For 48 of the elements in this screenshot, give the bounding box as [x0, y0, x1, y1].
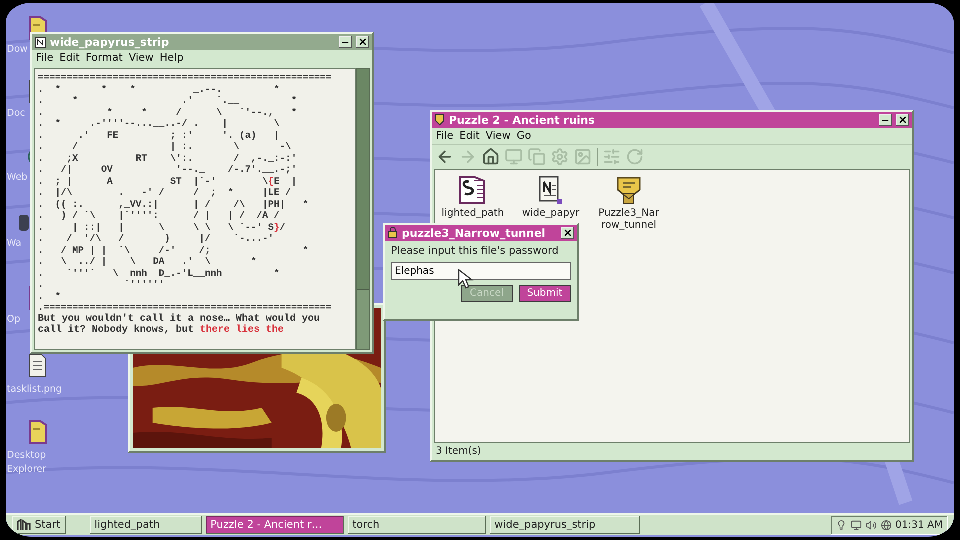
- ascii-art-line: . ) / `\ |`'''': / | | / /A /: [38, 210, 281, 222]
- file-label[interactable]: Puzzle3_Nar row_tunnel: [598, 208, 660, 232]
- ascii-art-line: . / | :. \ -\: [38, 141, 292, 152]
- window-title: puzzle3_Narrow_tunnel: [402, 226, 547, 240]
- menu-item[interactable]: Help: [160, 52, 184, 64]
- ascii-art-line: .==================================================: [38, 302, 333, 314]
- ascii-art-line: . / MP | | `\ /-' /; *: [38, 244, 310, 256]
- ascii-art-line: . `'''` \ nnh D_.-'L__nnh *: [38, 268, 281, 279]
- file-label[interactable]: wide_papyr: [522, 208, 580, 220]
- text-line: But you wouldn't call it a nose… What would you: [38, 314, 322, 324]
- ascii-art-line: . |/\ . -' / / ; * |LE /: [38, 187, 292, 198]
- ascii-art-line: . ; | A ST |`-' \{E |: [38, 176, 298, 187]
- ascii-art-line: . (( :. ,_VV.:| | / /\ |PH| *: [38, 198, 310, 210]
- file-label[interactable]: lighted_path: [442, 208, 504, 220]
- ascii-art-line: . ;X RT \':. / ,-._:-:': [38, 152, 298, 164]
- menu-item[interactable]: Go: [516, 130, 532, 142]
- ascii-art-line: . | ::| | \ \ \ \ `--' S}/: [38, 222, 287, 233]
- taskbar-item[interactable]: wide_papyrus_strip: [490, 516, 640, 534]
- ascii-art-line: . .' FE ; :' '. (a) |: [38, 130, 281, 141]
- prompt-text: Please input this file's password: [391, 245, 560, 257]
- taskbar-item[interactable]: lighted_path: [90, 516, 202, 534]
- ascii-art-line: . `'''''': [38, 279, 166, 290]
- ascii-art-line: . /| OV '--._ /-.7'.__.-;': [38, 164, 298, 176]
- ascii-art-line: . * * / \ `'--., *: [38, 106, 298, 118]
- ascii-art-line: . * .' `.__ *: [38, 95, 298, 106]
- ascii-art-line: . \ ../ | \ DA .' \ *: [38, 256, 258, 268]
- window-title: wide_papyrus_strip: [50, 36, 170, 48]
- clock: 01:31 AM: [896, 520, 943, 530]
- menu-item[interactable]: Edit: [460, 130, 480, 142]
- taskbar-item[interactable]: torch: [348, 516, 486, 534]
- menu-item[interactable]: View: [128, 52, 154, 64]
- start-button[interactable]: Start: [12, 516, 66, 534]
- menu-item[interactable]: Edit: [60, 52, 80, 64]
- window-title: Puzzle 2 - Ancient ruins: [449, 114, 596, 126]
- submit-button[interactable]: Submit: [519, 285, 571, 302]
- ascii-art-line: ===================================================: [38, 72, 333, 84]
- menu-item[interactable]: View: [486, 130, 511, 142]
- text-line: call it? Nobody knows, but there lies the: [38, 325, 286, 336]
- menu-item[interactable]: Format: [86, 52, 123, 64]
- taskbar-item[interactable]: Puzzle 2 - Ancient r…: [206, 516, 344, 534]
- password-field[interactable]: Elephas: [391, 262, 571, 280]
- ascii-art-line: . * .-''''--...__..-/ . | \: [38, 118, 281, 130]
- status-text: 3 Item(s): [435, 445, 482, 459]
- menu-item[interactable]: File: [36, 52, 54, 64]
- ascii-art-line: . * * * _.--. *: [38, 84, 281, 95]
- ascii-art-line: . / '/\ / ) |/ `-...-': [38, 233, 276, 244]
- ascii-art-line: . *: [38, 290, 62, 302]
- menu-item[interactable]: File: [436, 130, 454, 142]
